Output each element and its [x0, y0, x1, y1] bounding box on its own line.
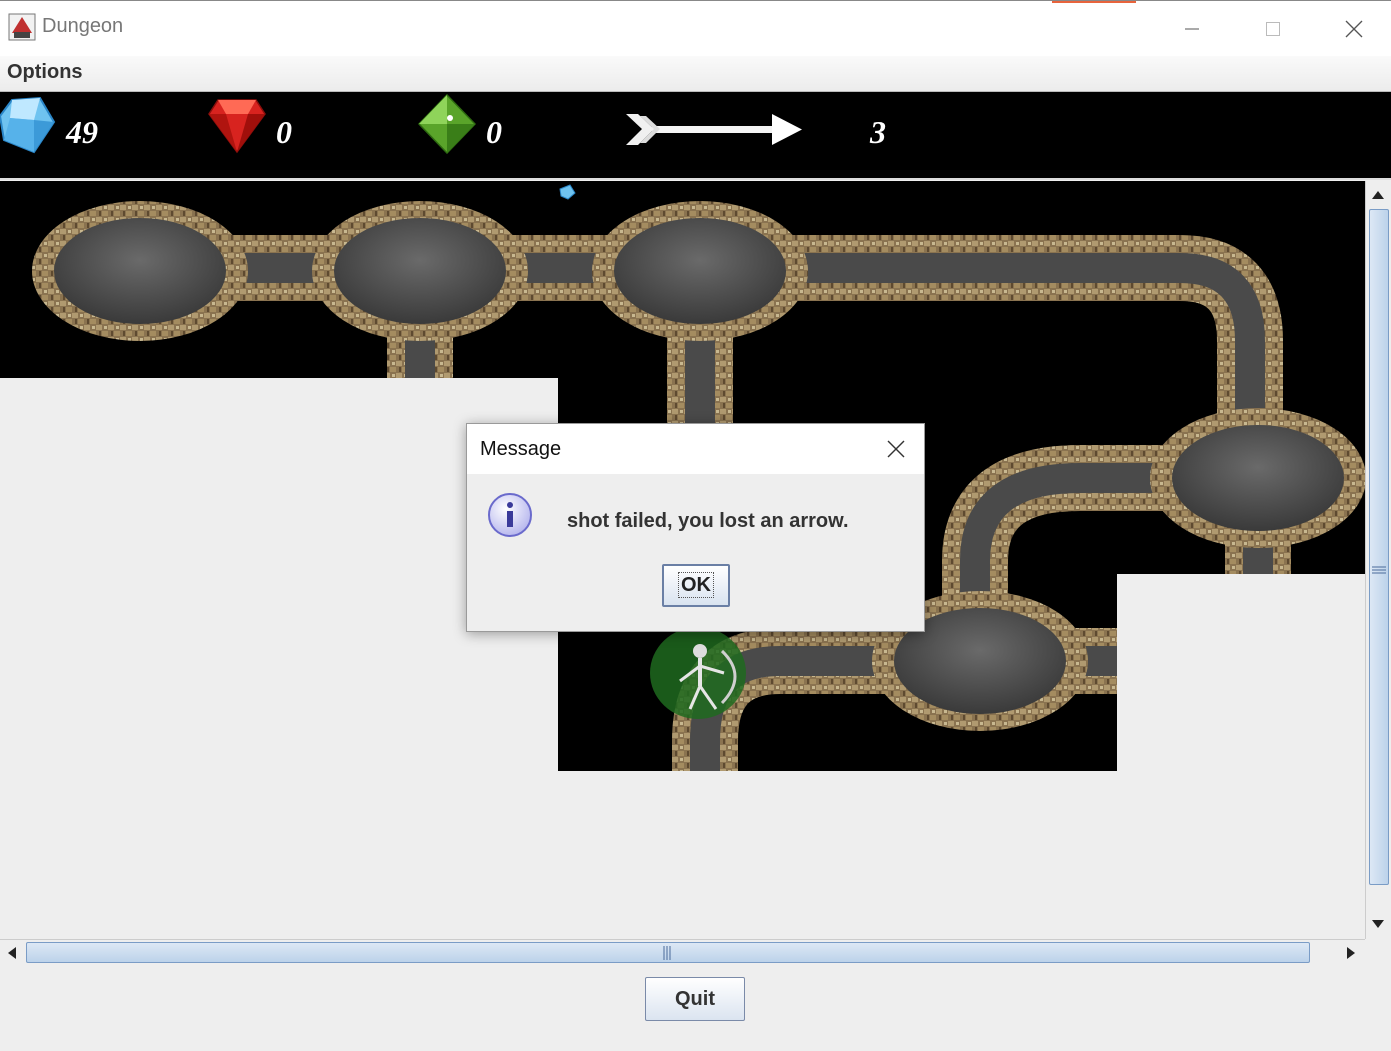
- green-gem-icon: [418, 94, 476, 154]
- scrollbar-corner: [1365, 939, 1391, 965]
- red-gem-count: 0: [276, 114, 292, 150]
- grip-icon: [1372, 566, 1386, 574]
- vertical-scrollbar[interactable]: [1365, 181, 1391, 939]
- blue-gem-icon: [0, 96, 56, 154]
- ok-button[interactable]: OK: [662, 564, 730, 607]
- blue-gem-count: 49: [66, 114, 98, 150]
- arrow-count: 3: [870, 114, 886, 150]
- chevron-up-icon: [1372, 191, 1384, 199]
- dialog-titlebar: Message: [467, 424, 924, 474]
- dialog-title: Message: [480, 438, 562, 460]
- green-gem-count: 0: [486, 114, 502, 150]
- minimize-icon: [1185, 28, 1199, 30]
- vertical-scroll-thumb[interactable]: [1369, 209, 1389, 885]
- message-dialog: Message shot failed, you lost an arrow. …: [466, 423, 925, 632]
- window-title: Dungeon: [42, 15, 124, 37]
- player-sprite: [650, 627, 746, 719]
- window-titlebar: Dungeon: [0, 0, 1391, 56]
- close-button[interactable]: [1314, 1, 1391, 57]
- quit-button[interactable]: Quit: [645, 977, 745, 1021]
- app-icon: [8, 13, 36, 41]
- scroll-up-button[interactable]: [1366, 183, 1390, 207]
- dialog-close-button[interactable]: [868, 424, 924, 474]
- menu-bar: Options: [0, 56, 1391, 92]
- ok-button-label: OK: [678, 572, 714, 598]
- chevron-right-icon: [1347, 947, 1355, 959]
- scroll-right-button[interactable]: [1339, 941, 1363, 965]
- minimize-button[interactable]: [1152, 1, 1232, 57]
- info-icon: [488, 493, 532, 537]
- inventory-bar: 49 0 0 3: [0, 92, 1391, 180]
- maximize-icon: [1266, 22, 1280, 36]
- red-gem-icon: [208, 99, 266, 154]
- menu-options[interactable]: Options: [7, 61, 83, 84]
- arrow-icon: [626, 114, 802, 145]
- chevron-left-icon: [8, 947, 16, 959]
- close-icon: [1345, 20, 1363, 38]
- horizontal-scrollbar[interactable]: [0, 939, 1365, 965]
- chevron-down-icon: [1372, 920, 1384, 928]
- grip-icon: [663, 946, 671, 960]
- scroll-down-button[interactable]: [1366, 912, 1390, 936]
- horizontal-scroll-thumb[interactable]: [26, 942, 1310, 963]
- maximize-button[interactable]: [1233, 1, 1313, 57]
- titlebar-accent: [1052, 1, 1136, 3]
- scroll-left-button[interactable]: [0, 941, 24, 965]
- dialog-message: shot failed, you lost an arrow.: [567, 510, 849, 532]
- close-icon: [887, 440, 905, 458]
